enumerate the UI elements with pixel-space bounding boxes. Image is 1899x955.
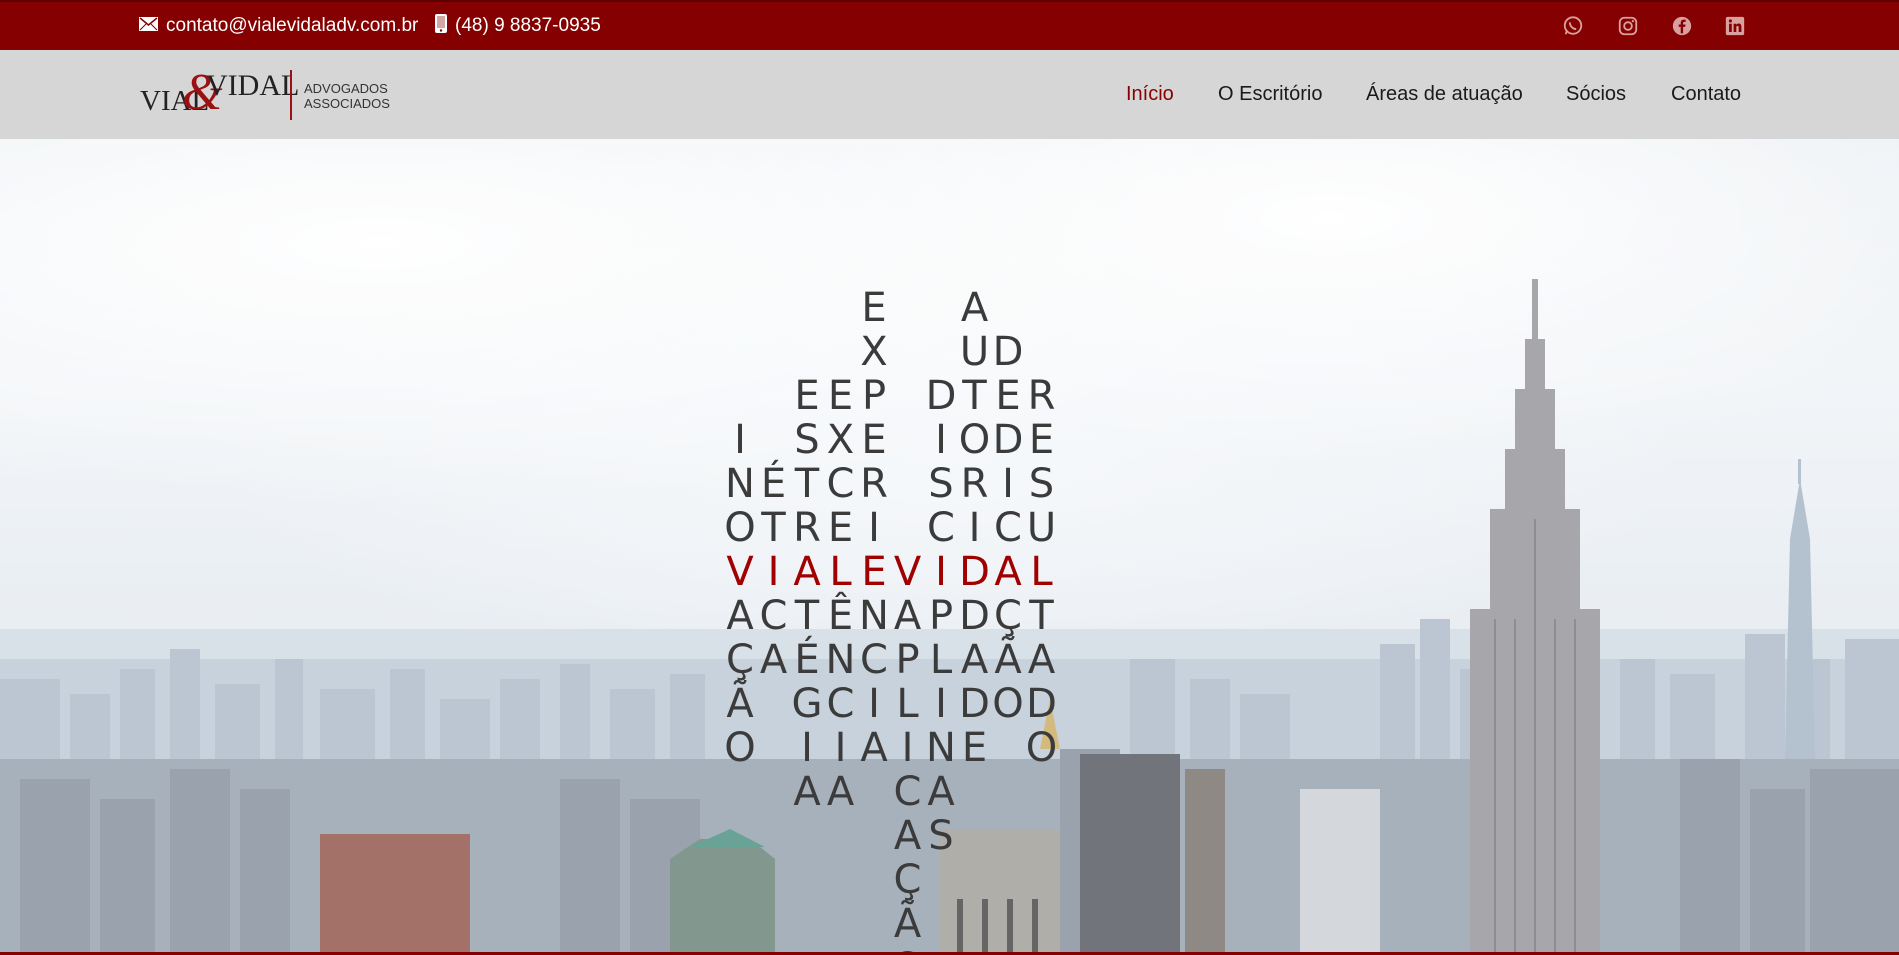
crossword-letter: E <box>861 417 887 463</box>
crossword-letter: D <box>1026 681 1057 727</box>
top-contact-bar: contato@vialevidaladv.com.br (48) 9 8837… <box>0 0 1899 50</box>
nav-item-socios[interactable]: Sócios <box>1566 50 1626 139</box>
nav-item-contato[interactable]: Contato <box>1671 50 1741 139</box>
crossword-letter: O <box>1025 725 1058 771</box>
logo-divider <box>290 70 292 120</box>
phone-text[interactable]: (48) 9 8837-0935 <box>455 15 601 37</box>
email-contact[interactable]: contato@vialevidaladv.com.br <box>139 2 418 50</box>
crossword-letter: A <box>1027 637 1056 683</box>
crossword-letter: R <box>860 461 888 507</box>
whatsapp-icon[interactable] <box>1561 14 1585 38</box>
crossword-letter: I <box>868 505 880 551</box>
crossword-letter: A <box>960 285 989 331</box>
crossword-letter: P <box>861 373 887 419</box>
instagram-icon[interactable] <box>1616 14 1640 38</box>
crossword-letter: I <box>734 417 746 463</box>
nav-item-escritorio[interactable]: O Escritório <box>1218 50 1322 139</box>
crossword-letter: R <box>1027 373 1056 419</box>
mail-icon <box>139 15 158 37</box>
crossword-letter: A <box>826 769 855 815</box>
crossword-letter: E <box>961 725 988 771</box>
crossword-letter: A <box>927 769 955 815</box>
linkedin-icon[interactable] <box>1723 14 1747 38</box>
crossword-letter: E <box>861 285 887 331</box>
crossword-letter: X <box>860 329 888 375</box>
crossword-letter: E <box>1028 417 1055 463</box>
crossword-letter: O <box>724 725 756 771</box>
nav-item-areas[interactable]: Áreas de atuação <box>1366 50 1523 139</box>
nav-item-inicio[interactable]: Início <box>1126 50 1174 139</box>
logo-subtitle: ADVOGADOS ASSOCIADOS <box>304 81 390 111</box>
logo-vidal-text: VIDAL <box>206 69 300 102</box>
mobile-phone-icon <box>435 13 447 39</box>
phone-contact[interactable]: (48) 9 8837-0935 <box>435 2 601 50</box>
crossword-letter: T <box>1029 593 1054 639</box>
logo-sub-line-1: ADVOGADOS <box>304 81 388 96</box>
logo-sub-line-2: ASSOCIADOS <box>304 96 390 111</box>
facebook-icon[interactable] <box>1670 14 1694 38</box>
site-logo[interactable]: VIAL & VIDAL ADVOGADOS ASSOCIADOS <box>138 64 398 123</box>
crossword-letter: Ã <box>726 681 754 727</box>
crossword-letter: D <box>992 329 1024 375</box>
crossword-letter: S <box>928 813 954 859</box>
crossword-letter: Ã <box>893 901 922 947</box>
crossword-highlight-letter: L <box>1030 549 1053 595</box>
crossword-letter: Ç <box>893 857 922 903</box>
crossword-letter: S <box>1028 461 1055 507</box>
main-navbar: VIAL & VIDAL ADVOGADOS ASSOCIADOS Início… <box>0 50 1899 139</box>
email-text[interactable]: contato@vialevidaladv.com.br <box>166 15 418 37</box>
crossword-letter: U <box>1026 505 1057 551</box>
hero-banner: VINOAÇÃOIÉTCAAESTRTÉGIALEXCEÊNCIAEEXPERI… <box>0 139 1899 955</box>
